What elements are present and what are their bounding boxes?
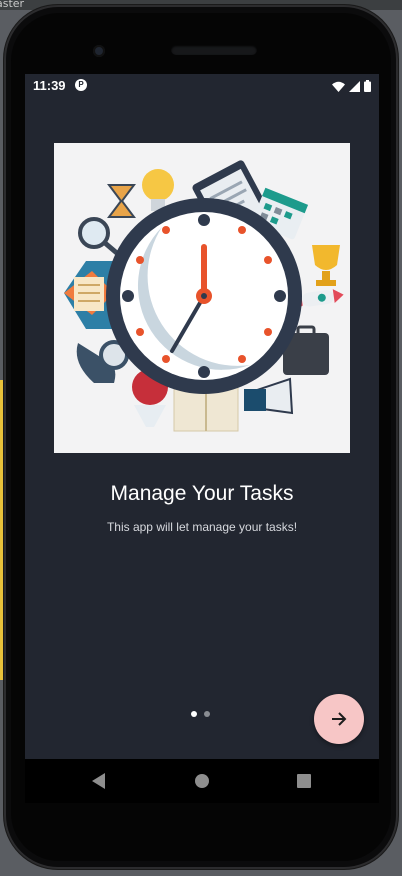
signal-icon: [349, 80, 360, 92]
notification-app-icon: P: [75, 79, 87, 91]
illustration-graphic: [64, 160, 344, 432]
front-camera: [93, 45, 105, 57]
back-icon: [92, 773, 105, 789]
clock-tasks-illustration: [54, 143, 350, 453]
home-button[interactable]: [192, 771, 212, 791]
wifi-icon: [332, 81, 345, 92]
onboarding-title: Manage Your Tasks: [110, 482, 294, 505]
system-navigation-bar: [25, 759, 379, 803]
status-icons: [332, 79, 371, 93]
onboarding-subtitle: This app will let manage your tasks!: [106, 520, 298, 534]
arrow-forward-icon: [332, 712, 347, 726]
ide-tab-label: aster: [0, 0, 25, 10]
back-button[interactable]: [89, 771, 109, 791]
status-bar: 11:39 P: [25, 74, 379, 98]
next-button[interactable]: [314, 694, 364, 744]
status-time: 11:39: [33, 78, 66, 93]
page-indicator-dot[interactable]: [204, 711, 210, 717]
device-screen: 11:39 P Manage Your Tasks This app will …: [25, 74, 379, 759]
page-indicator-dot-active[interactable]: [191, 711, 197, 717]
earpiece-speaker: [171, 45, 257, 55]
recents-icon: [297, 774, 311, 788]
home-icon: [195, 774, 209, 788]
page-indicator: [191, 711, 210, 717]
battery-icon: [364, 80, 371, 92]
recents-button[interactable]: [294, 771, 314, 791]
